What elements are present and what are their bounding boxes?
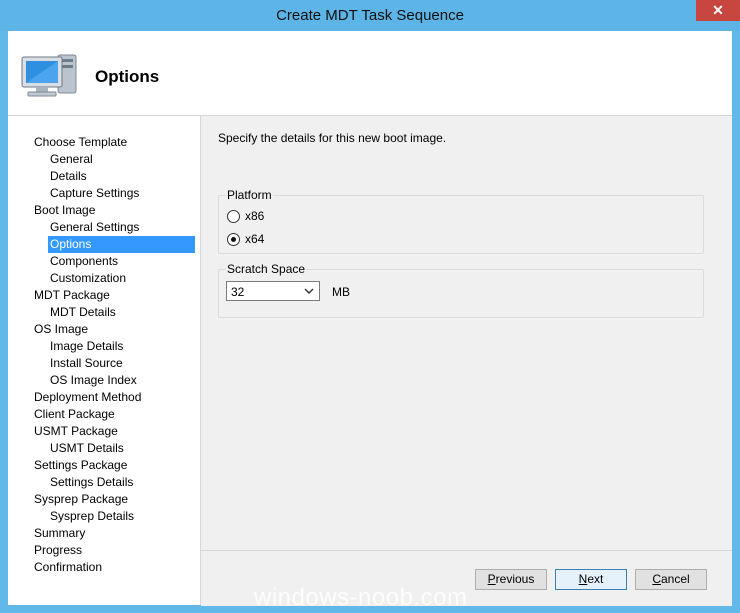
cancel-button[interactable]: Cancel (635, 569, 707, 590)
next-button[interactable]: Next (555, 569, 627, 590)
dialog-window: Create MDT Task Sequence ✕ Options Choos… (0, 0, 740, 613)
radio-x86-label[interactable]: x86 (245, 209, 264, 223)
nav-item-image-details[interactable]: Image Details (50, 338, 123, 355)
nav-item-components[interactable]: Components (50, 253, 118, 270)
nav-item-progress[interactable]: Progress (34, 542, 82, 559)
nav-item-settings-package[interactable]: Settings Package (34, 457, 127, 474)
radio-x64-dot (231, 237, 236, 242)
nav-item-deployment-method[interactable]: Deployment Method (34, 389, 141, 406)
scratch-space-select[interactable]: 32 (226, 281, 320, 301)
scratch-space-unit: MB (332, 285, 350, 299)
close-button[interactable]: ✕ (696, 0, 740, 21)
title-bar[interactable]: Create MDT Task Sequence ✕ (0, 0, 740, 31)
nav-item-confirmation[interactable]: Confirmation (34, 559, 102, 576)
chevron-down-icon[interactable] (304, 285, 314, 299)
page-description: Specify the details for this new boot im… (218, 131, 447, 145)
platform-group-label: Platform (226, 188, 273, 202)
close-icon: ✕ (712, 2, 724, 18)
watermark: windows-noob.com (254, 584, 468, 611)
nav-item-os-image[interactable]: OS Image (34, 321, 88, 338)
nav-item-mdt-details[interactable]: MDT Details (50, 304, 116, 321)
nav-item-general-settings[interactable]: General Settings (50, 219, 139, 236)
nav-item-sysprep-package[interactable]: Sysprep Package (34, 491, 128, 508)
platform-group: Platform x86 x64 (218, 188, 704, 254)
nav-item-summary[interactable]: Summary (34, 525, 85, 542)
radio-x64-circle[interactable] (227, 233, 240, 246)
nav-item-settings-details[interactable]: Settings Details (50, 474, 133, 491)
wizard-header: Options (8, 31, 732, 116)
nav-item-usmt-details[interactable]: USMT Details (50, 440, 124, 457)
options-page: Specify the details for this new boot im… (201, 116, 732, 550)
previous-button[interactable]: Previous (475, 569, 547, 590)
nav-item-mdt-package[interactable]: MDT Package (34, 287, 110, 304)
computer-icon (20, 49, 82, 106)
dialog-client-area: Options Choose Template General Details Cap… (8, 31, 732, 606)
window-title: Create MDT Task Sequence (276, 7, 464, 24)
nav-item-general[interactable]: General (50, 151, 93, 168)
radio-x64-label[interactable]: x64 (245, 232, 264, 246)
page-title: Options (95, 67, 160, 86)
scratch-space-group: Scratch Space 32 MB (218, 262, 704, 318)
wizard-step-list: Choose Template General Details Capture Set… (8, 116, 201, 605)
nav-item-customization[interactable]: Customization (50, 270, 126, 287)
nav-item-options[interactable]: Options (48, 236, 195, 253)
scratch-space-value: 32 (231, 285, 245, 299)
nav-item-install-source[interactable]: Install Source (50, 355, 123, 372)
nav-item-client-package[interactable]: Client Package (34, 406, 115, 423)
nav-item-boot-image[interactable]: Boot Image (34, 202, 95, 219)
nav-item-details[interactable]: Details (50, 168, 87, 185)
nav-item-capture-settings[interactable]: Capture Settings (50, 185, 139, 202)
nav-item-choose-template[interactable]: Choose Template (34, 134, 127, 151)
radio-x86-circle[interactable] (227, 210, 240, 223)
nav-item-usmt-package[interactable]: USMT Package (34, 423, 118, 440)
nav-item-sysprep-details[interactable]: Sysprep Details (50, 508, 134, 525)
scratch-space-label: Scratch Space (226, 262, 307, 276)
nav-item-os-image-index[interactable]: OS Image Index (50, 372, 137, 389)
